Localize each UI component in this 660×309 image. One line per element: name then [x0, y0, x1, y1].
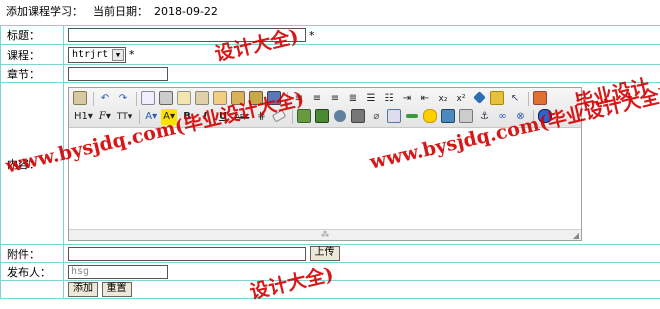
title-input[interactable] — [68, 28, 306, 42]
row-content: 内容： ↶ ↷ ≡ ≡ ≡ ≣ ☰ ☷ ⇥ ⇤ x₂ x² ↖ H1▾ F▾ T… — [0, 82, 660, 245]
row-chapter: 章节： — [0, 64, 660, 83]
required-mark: * — [309, 28, 315, 42]
select-all-icon[interactable] — [489, 90, 505, 107]
subscript-icon[interactable]: x₂ — [435, 91, 451, 107]
course-select[interactable]: htrjrt ▼ — [68, 46, 126, 63]
emoticon-icon[interactable] — [422, 108, 438, 125]
page-title: 添加课程学习： — [6, 5, 83, 18]
title-label: 标题： — [0, 25, 64, 45]
ordered-list-icon[interactable]: ☰ — [363, 91, 379, 107]
pointer-icon[interactable]: ↖ — [507, 91, 523, 107]
attachment-label: 附件： — [0, 244, 64, 263]
row-attachment: 附件： 上传 — [0, 244, 660, 263]
content-label: 内容： — [0, 82, 64, 245]
table-icon[interactable] — [386, 108, 402, 125]
print-icon[interactable] — [158, 90, 174, 107]
redo-icon[interactable]: ↷ — [115, 91, 131, 107]
underline-button[interactable]: U — [215, 109, 231, 125]
upload-button[interactable]: 上传 — [309, 246, 340, 261]
superscript-icon[interactable]: x² — [453, 91, 469, 107]
highlight-color-button[interactable]: A▾ — [161, 108, 178, 125]
publisher-input[interactable]: hsg — [68, 264, 168, 279]
media-icon[interactable] — [332, 109, 348, 125]
source-icon[interactable] — [72, 90, 88, 107]
paste-word-icon[interactable] — [266, 90, 282, 107]
unlink-icon[interactable]: ⊗ — [512, 109, 528, 125]
font-color-button[interactable]: A▾ — [143, 109, 159, 125]
submit-button[interactable]: 添加 — [68, 282, 98, 297]
toolbar-row-2: H1▾ F▾ TT▾ A▾ A▾ B I U ABC ⋕ ⌀ ⚓ ∞ ⊗ — [72, 108, 578, 126]
paste-icon[interactable] — [230, 90, 246, 107]
row-publisher: 发布人： hsg — [0, 262, 660, 281]
strikethrough-button[interactable]: ABC — [233, 109, 251, 125]
eraser-icon[interactable] — [271, 109, 287, 125]
chevron-down-icon[interactable]: ▼ — [112, 48, 124, 61]
align-left-icon[interactable]: ≡ — [291, 91, 307, 107]
align-right-icon[interactable]: ≡ — [327, 91, 343, 107]
template-icon[interactable] — [176, 90, 192, 107]
help-icon[interactable] — [537, 108, 553, 125]
hr-icon[interactable] — [404, 109, 420, 125]
outdent-icon[interactable]: ⇤ — [417, 91, 433, 107]
map-icon[interactable] — [440, 108, 456, 125]
font-family-dropdown[interactable]: F▾ — [97, 109, 113, 125]
reset-button[interactable]: 重置 — [101, 282, 132, 297]
link-icon[interactable]: ∞ — [494, 109, 510, 125]
row-actions: 添加 重置 — [0, 280, 660, 299]
editor-content-area[interactable] — [69, 127, 581, 230]
current-date-value: 2018-09-22 — [154, 5, 218, 18]
attachment-input[interactable] — [68, 246, 306, 261]
required-mark: * — [129, 48, 135, 61]
cut-icon[interactable] — [194, 90, 210, 107]
resize-handle-icon[interactable]: ⁂ — [321, 230, 329, 239]
editor-resize-bar[interactable]: ⁂ ◢ — [69, 228, 581, 240]
editor-toolbar: ↶ ↷ ≡ ≡ ≡ ≣ ☰ ☷ ⇥ ⇤ x₂ x² ↖ H1▾ F▾ TT▾ A… — [69, 87, 581, 128]
rich-text-editor: ↶ ↷ ≡ ≡ ≡ ≣ ☰ ☷ ⇥ ⇤ x₂ x² ↖ H1▾ F▾ TT▾ A… — [68, 86, 582, 241]
attachment-icon[interactable]: ⌀ — [368, 109, 384, 125]
italic-button[interactable]: I — [197, 109, 213, 125]
chapter-input[interactable] — [68, 66, 168, 81]
bold-button[interactable]: B — [179, 109, 195, 125]
heading-dropdown[interactable]: H1▾ — [72, 109, 95, 125]
chapter-label: 章节： — [0, 64, 64, 83]
course-label: 课程： — [0, 44, 64, 65]
image-icon[interactable] — [296, 108, 312, 125]
indent-icon[interactable]: ⇥ — [399, 91, 415, 107]
preview-icon[interactable] — [140, 90, 156, 107]
paste-text-icon[interactable] — [248, 90, 264, 107]
page-header: 添加课程学习： 当前日期： 2018-09-22 — [6, 5, 218, 19]
course-select-value: htrjrt — [72, 48, 109, 60]
copy-icon[interactable] — [212, 90, 228, 107]
unordered-list-icon[interactable]: ☷ — [381, 91, 397, 107]
course-form: 标题： * 课程： htrjrt ▼ * 章节： 内容： ↶ ↷ ≡ ≡ ≡ ≣… — [0, 25, 660, 299]
resize-grip-icon[interactable]: ◢ — [573, 231, 579, 240]
clear-format-icon[interactable] — [471, 91, 487, 107]
current-date-label: 当前日期： — [93, 5, 148, 18]
video-icon[interactable] — [350, 108, 366, 125]
flash-icon[interactable] — [314, 108, 330, 125]
line-height-icon[interactable]: ⋕ — [253, 109, 269, 125]
align-justify-icon[interactable]: ≣ — [345, 91, 361, 107]
align-center-icon[interactable]: ≡ — [309, 91, 325, 107]
font-size-dropdown[interactable]: TT▾ — [115, 109, 134, 125]
undo-icon[interactable]: ↶ — [97, 91, 113, 107]
anchor-icon[interactable]: ⚓ — [476, 109, 492, 125]
pagebreak-icon[interactable] — [458, 108, 474, 125]
fullscreen-icon[interactable] — [532, 90, 548, 107]
toolbar-row-1: ↶ ↷ ≡ ≡ ≡ ≣ ☰ ☷ ⇥ ⇤ x₂ x² ↖ — [72, 90, 578, 108]
row-title: 标题： * — [0, 25, 660, 45]
publisher-label: 发布人： — [0, 262, 64, 281]
row-course: 课程： htrjrt ▼ * — [0, 44, 660, 65]
